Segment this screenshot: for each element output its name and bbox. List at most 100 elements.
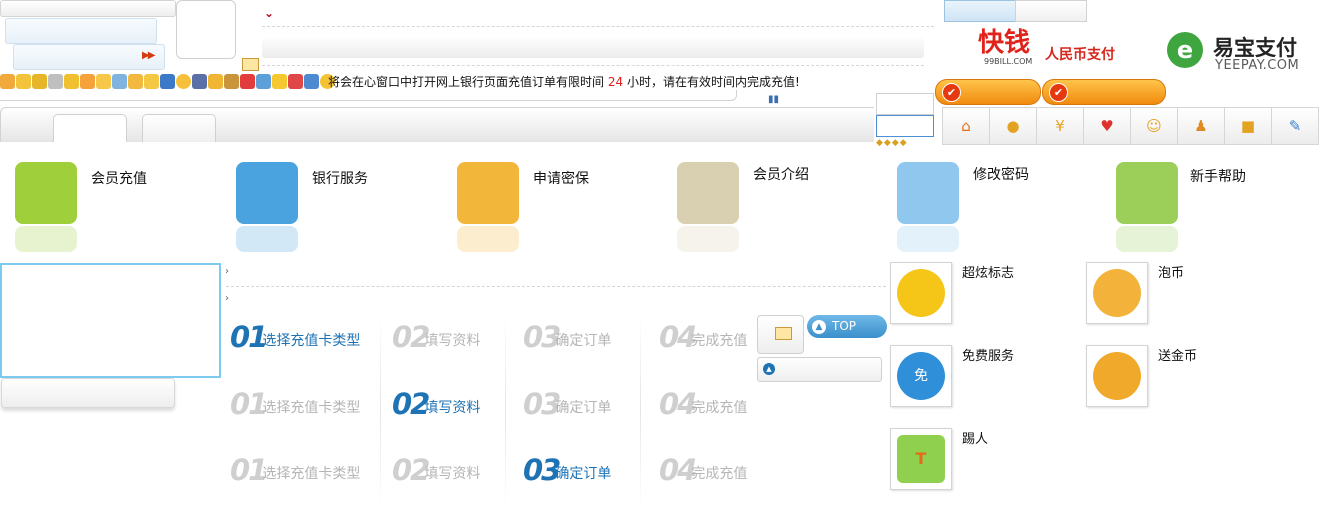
- step-number: 01: [230, 453, 268, 487]
- user-gold-icon[interactable]: [128, 73, 143, 89]
- pencil-icon[interactable]: ✎: [1271, 107, 1319, 145]
- step-3: 03确定订单: [523, 387, 611, 421]
- toolbar-icon-strip: [0, 72, 335, 90]
- bowl-icon[interactable]: [224, 73, 239, 89]
- rmb-pay-label: 人民币支付: [1045, 47, 1115, 63]
- lock-icon[interactable]: [144, 73, 159, 89]
- tab[interactable]: [142, 114, 216, 142]
- service-label: 会员介绍: [753, 167, 809, 183]
- padlock-icon: [897, 162, 959, 224]
- step-label: 选择充值卡类型: [262, 466, 361, 482]
- tab-active[interactable]: [53, 114, 127, 142]
- arrow-up-icon: ▲: [763, 363, 775, 375]
- service-intro[interactable]: 会员介绍: [677, 162, 877, 262]
- step-label: 选择充值卡类型: [262, 333, 361, 349]
- service-label: 会员充值: [91, 171, 147, 187]
- pay-yeepay-button[interactable]: ✔: [1042, 79, 1166, 105]
- tshirt-icon: T: [890, 428, 952, 490]
- person-icon[interactable]: [192, 73, 207, 89]
- icon-reflection: [15, 226, 77, 252]
- extra-service-label: 送金币: [1158, 349, 1198, 364]
- lock-icon[interactable]: [96, 73, 111, 89]
- user-key-icon[interactable]: [80, 73, 95, 89]
- step-4: 04完成充值: [659, 320, 747, 354]
- step-number: 03: [523, 320, 561, 354]
- mail-icon: [775, 327, 792, 340]
- step-number: 02: [392, 453, 430, 487]
- shield-color-icon[interactable]: [304, 73, 319, 89]
- badge-icon: [890, 262, 952, 324]
- step-number: 03: [523, 453, 561, 487]
- shield-icon[interactable]: [160, 73, 175, 89]
- icon-reflection: [897, 226, 959, 252]
- step-4: 04完成充值: [659, 453, 747, 487]
- check-icon: ✔: [1049, 83, 1068, 102]
- extra-service-free[interactable]: 免 免费服务: [890, 345, 1080, 415]
- key-icon[interactable]: [64, 73, 79, 89]
- top-bar[interactable]: ▲: [757, 357, 882, 382]
- money-bag-icon[interactable]: [16, 73, 31, 89]
- step-label: 选择充值卡类型: [262, 400, 361, 416]
- mini-panel-selected[interactable]: [876, 115, 934, 137]
- group-icon[interactable]: [256, 73, 271, 89]
- step-label: 完成充值: [691, 400, 748, 416]
- step-number: 01: [230, 320, 268, 354]
- step-1: 01选择充值卡类型: [230, 387, 360, 421]
- yeepay-logo-icon: e: [1167, 32, 1203, 68]
- extra-service-bubble-coin[interactable]: 泡币: [1086, 262, 1276, 332]
- alert-icon[interactable]: [176, 73, 191, 89]
- extra-service-badge[interactable]: 超炫标志: [890, 262, 1080, 332]
- service-security[interactable]: 申请密保: [457, 162, 657, 262]
- mail-icon[interactable]: [242, 58, 259, 71]
- extra-service-gift-coin[interactable]: 送金币: [1086, 345, 1276, 415]
- notice-underline: [0, 90, 737, 101]
- service-label: 银行服务: [312, 171, 368, 187]
- pay-99bill-button[interactable]: ✔: [935, 79, 1041, 105]
- step-number: 04: [659, 387, 697, 421]
- service-recharge[interactable]: 会员充值: [15, 162, 215, 262]
- smile-icon[interactable]: ☺: [1130, 107, 1177, 145]
- help-lifebuoy-icon: [1116, 162, 1178, 224]
- panel-footer-bar: [1, 378, 175, 408]
- coin-stack-icon[interactable]: [208, 73, 223, 89]
- mini-panel: [876, 93, 934, 115]
- header-divider: [262, 65, 924, 66]
- step-number: 03: [523, 387, 561, 421]
- check-icon: ✔: [942, 83, 961, 102]
- service-bank[interactable]: 银行服务: [236, 162, 436, 262]
- username-field[interactable]: [5, 18, 157, 44]
- money-bag-icon[interactable]: ●: [989, 107, 1036, 145]
- extra-service-kick[interactable]: T 踢人: [890, 428, 1080, 498]
- user-key-icon[interactable]: ♟: [1177, 107, 1224, 145]
- step-separator: [640, 312, 641, 508]
- service-help[interactable]: 新手帮助: [1116, 162, 1316, 262]
- home-icon[interactable]: [0, 73, 15, 89]
- service-password[interactable]: 修改密码: [897, 162, 1097, 262]
- star-icon[interactable]: [272, 73, 287, 89]
- gold-coins-icon: [1086, 345, 1148, 407]
- header-tab-active[interactable]: [944, 0, 1016, 22]
- home-icon[interactable]: ⌂: [942, 107, 989, 145]
- notice-hours: 24: [607, 75, 624, 89]
- double-arrow-right-icon[interactable]: ▶▶: [142, 50, 155, 61]
- user-icon[interactable]: [48, 73, 63, 89]
- header-tab[interactable]: [1015, 0, 1087, 22]
- notice-text: 将会在心窗口中打开网上银行页面充值订单有限时间: [328, 75, 605, 89]
- step-number: 04: [659, 320, 697, 354]
- lock-red-icon[interactable]: [288, 73, 303, 89]
- chevron-down-icon[interactable]: ⌄: [264, 6, 274, 20]
- right-toolbar: ⌂ ● ¥ ♥ ☺ ♟ ■ ✎: [942, 107, 1320, 145]
- step-number: 02: [392, 387, 430, 421]
- heart-icon[interactable]: ♥: [1083, 107, 1130, 145]
- notice-text-end: 小时，请在有效时间内完成充值!: [626, 75, 800, 89]
- step-separator: [380, 312, 381, 508]
- pencil-icon[interactable]: [112, 73, 127, 89]
- yuan-icon[interactable]: ¥: [1036, 107, 1083, 145]
- back-to-top-button[interactable]: ▲ TOP: [807, 315, 887, 338]
- yuan-icon[interactable]: [32, 73, 47, 89]
- logo-99bill-url: 99BILL.COM: [984, 57, 1033, 66]
- lock-icon[interactable]: ■: [1224, 107, 1271, 145]
- extra-service-label: 泡币: [1158, 266, 1185, 281]
- heart-icon[interactable]: [240, 73, 255, 89]
- logo-99bill-text: 快钱: [978, 28, 1031, 58]
